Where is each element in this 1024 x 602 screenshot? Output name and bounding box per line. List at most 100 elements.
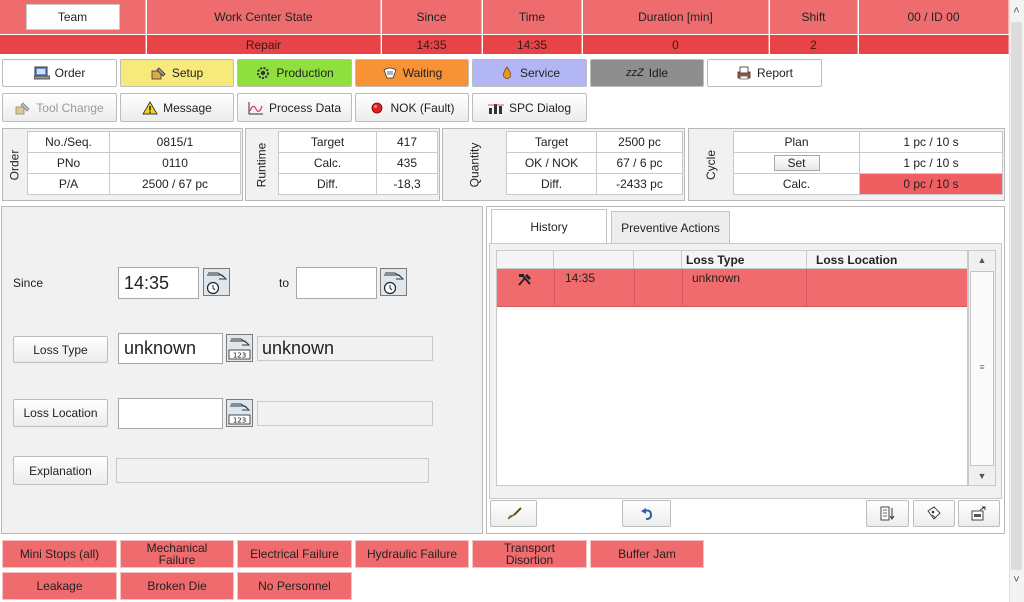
header-team-cell: Team [0,0,146,34]
undo-button[interactable] [622,500,671,527]
row-divider [634,269,635,307]
service-button[interactable]: Service [472,59,587,87]
window-scroll-down-icon[interactable]: ˅ [1009,573,1024,587]
scroll-grip-icon: ≡ [979,362,985,372]
category-broken-die-button[interactable]: Broken Die [120,572,234,600]
runtime-label: Diff. [278,173,377,195]
table-row: Target 417 [278,131,438,153]
value-time: 14:35 [483,35,582,54]
waiting-button[interactable]: Waiting [355,59,469,87]
category-buffer-jam-button[interactable]: Buffer Jam [590,540,704,568]
loss-type-picker-button[interactable]: 123 [226,334,253,362]
category-mini-stops-button[interactable]: Mini Stops (all) [2,540,117,568]
loss-location-button[interactable]: Loss Location [13,399,108,427]
clock-hand-icon [206,272,228,295]
idle-button[interactable]: zzZ Idle [590,59,704,87]
export-button[interactable] [958,500,1000,527]
category-leakage-button[interactable]: Leakage [2,572,117,600]
sort-list-icon [880,506,894,521]
since-time-picker-button[interactable] [203,268,230,296]
message-button[interactable]: Message [120,93,234,122]
category-electrical-failure-button[interactable]: Electrical Failure [237,540,352,568]
production-button[interactable]: Production [237,59,352,87]
gear-icon [255,66,271,80]
tool-change-button[interactable]: Tool Change [2,93,117,122]
order-panel: Order No./Seq. 0815/1 PNo 0110 P/A 2500 / 6… [2,128,243,201]
oil-drop-icon [499,66,515,80]
nok-fault-button[interactable]: NOK (Fault) [355,93,469,122]
order-value: 2500 / 67 pc [109,173,241,195]
order-panel-title: Order [7,149,21,180]
category-mechanical-failure-button[interactable]: Mechanical Failure [120,540,234,568]
to-time-picker-button[interactable] [380,268,407,296]
cycle-set-button[interactable]: Set [773,155,820,171]
table-row: No./Seq. 0815/1 [27,131,241,153]
cycle-set-value: 1 pc / 10 s [859,152,1003,174]
loss-type-input[interactable]: unknown [118,333,223,364]
category-hydraulic-failure-button[interactable]: Hydraulic Failure [355,540,469,568]
setup-icon [151,66,167,80]
loss-location-picker-button[interactable]: 123 [226,399,253,427]
setup-label: Setup [171,66,204,80]
service-label: Service [519,66,560,80]
to-label: to [279,276,290,290]
quantity-label: Target [506,131,597,153]
spc-dialog-button[interactable]: SPC Dialog [472,93,587,122]
svg-text:123: 123 [233,417,246,425]
loss-location-input[interactable] [118,398,223,429]
row-divider [682,269,683,307]
order-button[interactable]: Order [2,59,117,87]
header-work-center-state: Work Center State [147,0,381,34]
explanation-button[interactable]: Explanation [13,456,108,485]
history-col-loss-location: Loss Location [816,253,898,267]
category-no-personnel-button[interactable]: No Personnel [237,572,352,600]
cycle-panel: Cycle Plan 1 pc / 10 s Set 1 pc / 10 s C… [688,128,1005,201]
team-button[interactable]: Team [25,4,120,30]
scroll-up-arrow-icon[interactable]: ▲ [969,251,995,269]
scroll-down-arrow-icon[interactable]: ▼ [969,467,995,485]
process-data-button[interactable]: Process Data [237,93,352,122]
order-panel-title-wrap: Order [3,129,25,200]
order-icon [33,66,50,80]
sort-button[interactable] [866,500,909,527]
tab-history[interactable]: History [491,209,607,243]
tag-button[interactable] [913,500,955,527]
cycle-calc-label: Calc. [733,173,860,195]
window-scroll-up-icon[interactable]: ˄ [1009,4,1024,18]
row-divider [806,269,807,307]
chart-icon [248,101,264,115]
report-button[interactable]: Report [707,59,822,87]
loss-location-description [257,401,433,426]
table-row: P/A 2500 / 67 pc [27,173,241,195]
sleep-icon: zzZ [625,67,644,79]
runtime-value: -18,3 [376,173,438,195]
to-input[interactable] [296,267,377,299]
window-scroll-thumb[interactable] [1011,22,1022,570]
category-transport-disortion-button[interactable]: Transport Disortion [472,540,587,568]
runtime-label: Calc. [278,152,377,174]
setup-button[interactable]: Setup [120,59,234,87]
value-shift: 2 [770,35,858,54]
history-col-icon [497,251,554,269]
value-duration: 0 [583,35,769,54]
explanation-input[interactable] [116,458,429,483]
tool-change-label: Tool Change [36,100,104,115]
loss-type-button[interactable]: Loss Type [13,336,108,363]
nok-fault-label: NOK (Fault) [390,100,455,115]
value-since: 14:35 [382,35,482,54]
history-col-loss-type: Loss Type [686,253,745,267]
cycle-panel-title-wrap: Cycle [689,129,733,200]
value-id [859,35,1009,54]
brush-icon [507,506,522,519]
tool-change-icon [15,101,31,115]
tag-icon [927,506,941,520]
history-row-loss-type: unknown [692,271,741,285]
tab-preventive-actions[interactable]: Preventive Actions [611,211,730,243]
svg-text:123: 123 [233,352,246,360]
since-input[interactable]: 14:35 [118,267,199,299]
row-divider [554,269,555,307]
quantity-value: -2433 pc [596,173,683,195]
edit-entry-button[interactable] [490,500,537,527]
waiting-icon [382,66,398,80]
warning-icon [142,100,158,115]
